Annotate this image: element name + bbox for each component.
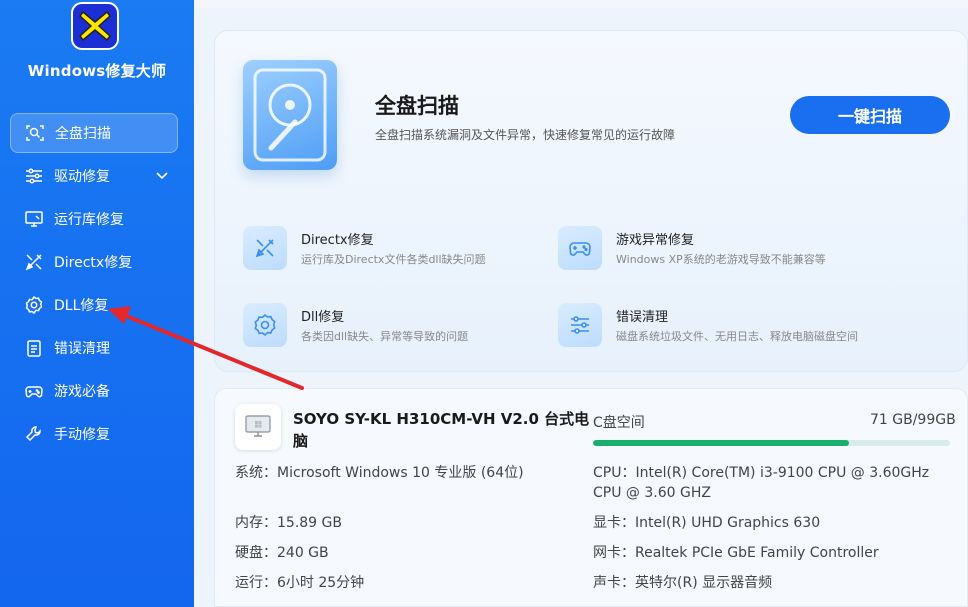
sidebar: Windows修复大师 全盘扫描 驱动修复 运行库修复 Directx修复 DL… (0, 0, 194, 607)
wrench-icon (24, 424, 44, 444)
gpu-info: 显卡：Intel(R) UHD Graphics 630 (593, 515, 821, 531)
wrench-pencil-icon (24, 252, 44, 272)
sidebar-item-label: Directx修复 (54, 255, 133, 271)
hero-title: 全盘扫描 (375, 94, 459, 118)
gear-icon (24, 295, 44, 315)
disk-info: 硬盘：240 GB (235, 545, 329, 561)
feature-game-repair[interactable]: 游戏异常修复 Windows XP系统的老游戏导致不能兼容等 (558, 226, 888, 278)
sidebar-item-label: 全盘扫描 (55, 126, 111, 142)
monitor-tool-icon (24, 209, 44, 229)
feature-title: Directx修复 (301, 233, 374, 248)
sidebar-item-error-cleanup[interactable]: 错误清理 (10, 328, 178, 368)
wrench-pencil-icon (243, 226, 287, 270)
sidebar-item-driver-repair[interactable]: 驱动修复 (10, 156, 178, 196)
c-drive-progress-fill (593, 440, 849, 446)
hero-description: 全盘扫描系统漏洞及文件异常，快速修复常见的运行故障 (375, 128, 676, 142)
sliders-icon (558, 303, 602, 347)
feature-desc: 各类因dll缺失、异常等导致的问题 (301, 330, 469, 343)
feature-directx-repair[interactable]: Directx修复 运行库及Directx文件各类dll缺失问题 (243, 226, 573, 278)
sidebar-item-label: 运行库修复 (54, 212, 124, 228)
sidebar-item-label: DLL修复 (54, 298, 109, 314)
memory-info: 内存：15.89 GB (235, 515, 342, 531)
top-strip (194, 0, 968, 8)
feature-desc: 磁盘系统垃圾文件、无用日志、释放电脑磁盘空间 (616, 330, 858, 343)
cpu-info: CPU：Intel(R) Core(TM) i3-9100 CPU @ 3.60… (593, 465, 930, 501)
feature-error-cleanup[interactable]: 错误清理 磁盘系统垃圾文件、无用日志、释放电脑磁盘空间 (558, 303, 888, 355)
sidebar-item-full-scan[interactable]: 全盘扫描 (10, 113, 178, 153)
sliders-icon (24, 166, 44, 186)
x-logo-icon (71, 2, 119, 50)
feature-desc: Windows XP系统的老游戏导致不能兼容等 (616, 253, 826, 266)
sidebar-item-directx-repair[interactable]: Directx修复 (10, 242, 178, 282)
clipboard-icon (24, 338, 44, 358)
sidebar-item-label: 驱动修复 (54, 169, 110, 185)
hard-disk-icon (243, 60, 337, 170)
sidebar-nav: 全盘扫描 驱动修复 运行库修复 Directx修复 DLL修复 错误清理 游戏必… (10, 113, 178, 457)
sidebar-item-dll-repair[interactable]: DLL修复 (10, 285, 178, 325)
feature-title: 游戏异常修复 (616, 233, 695, 248)
sidebar-item-label: 手动修复 (54, 427, 110, 443)
c-drive-value: 71 GB/99GB (870, 412, 956, 428)
sidebar-item-runtime-repair[interactable]: 运行库修复 (10, 199, 178, 239)
gamepad-icon (24, 381, 44, 401)
sidebar-item-label: 游戏必备 (54, 384, 110, 400)
gamepad-icon (558, 226, 602, 270)
app-brand: Windows修复大师 (27, 62, 167, 80)
feature-title: Dll修复 (301, 310, 345, 325)
feature-dll-repair[interactable]: Dll修复 各类因dll缺失、异常等导致的问题 (243, 303, 573, 355)
c-drive-progress (593, 440, 950, 446)
uptime-info: 运行：6小时 25分钟 (235, 575, 365, 591)
sidebar-item-game-essentials[interactable]: 游戏必备 (10, 371, 178, 411)
os-info: 系统：Microsoft Windows 10 专业版 (64位) (235, 465, 524, 481)
feature-title: 错误清理 (616, 310, 669, 325)
feature-desc: 运行库及Directx文件各类dll缺失问题 (301, 253, 486, 266)
chevron-down-icon[interactable] (154, 167, 170, 183)
c-drive-label: C盘空间 (593, 415, 645, 431)
computer-icon (235, 404, 281, 450)
nic-info: 网卡：Realtek PCIe GbE Family Controller (593, 545, 879, 561)
sidebar-item-label: 错误清理 (54, 341, 110, 357)
pc-model-name: SOYO SY-KL H310CM-VH V2.0 台式电脑 (293, 410, 590, 450)
scan-icon (25, 123, 45, 143)
gear-icon (243, 303, 287, 347)
sound-info: 声卡：英特尔(R) 显示器音频 (593, 575, 773, 591)
one-click-scan-button[interactable]: 一键扫描 (790, 96, 950, 134)
sidebar-item-manual-repair[interactable]: 手动修复 (10, 414, 178, 454)
